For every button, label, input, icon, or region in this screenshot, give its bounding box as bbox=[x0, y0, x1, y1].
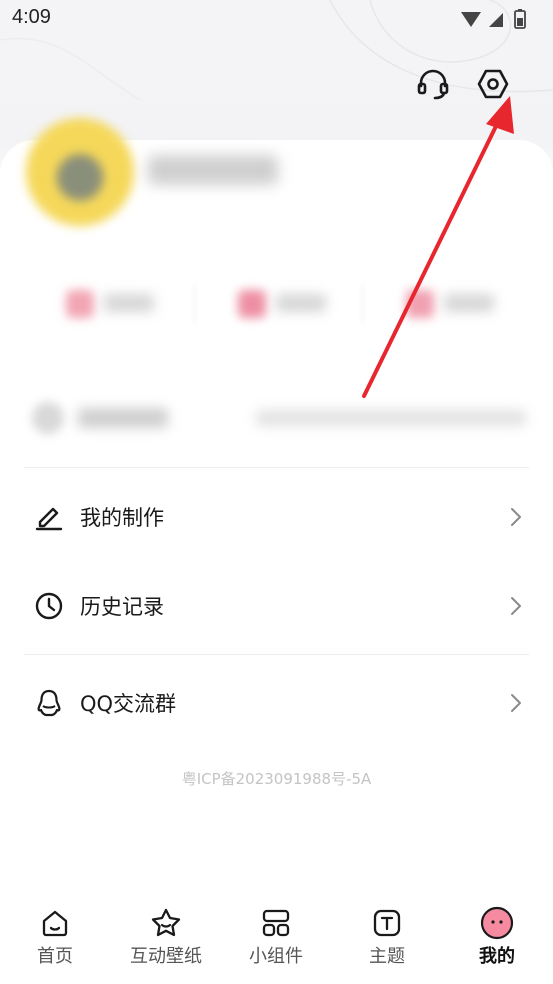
pink-face-icon bbox=[480, 906, 514, 940]
membership-title-blurred bbox=[78, 408, 168, 428]
menu-label: 我的制作 bbox=[80, 506, 164, 530]
stat-item-1[interactable] bbox=[26, 268, 176, 340]
theme-t-icon bbox=[370, 906, 404, 940]
status-bar: 4:09 bbox=[0, 0, 553, 38]
widget-grid-icon bbox=[259, 906, 293, 940]
tab-label: 主题 bbox=[369, 946, 405, 967]
chevron-right-icon bbox=[511, 694, 521, 712]
tab-mine[interactable]: 我的 bbox=[442, 896, 552, 976]
status-icons bbox=[459, 8, 539, 30]
stat-icon bbox=[66, 290, 94, 318]
menu-item-history[interactable]: 历史记录 bbox=[24, 566, 529, 646]
clock-icon bbox=[34, 591, 64, 621]
stat-item-3[interactable] bbox=[366, 268, 516, 340]
wifi-icon bbox=[461, 12, 481, 27]
stats-row bbox=[26, 268, 526, 340]
chevron-right-icon bbox=[511, 597, 521, 615]
stat-label-blurred bbox=[104, 294, 154, 312]
tab-label: 首页 bbox=[37, 946, 73, 967]
bottom-tab-bar: 首页 互动壁纸 小组件 主题 我的 bbox=[0, 896, 553, 984]
tab-widgets[interactable]: 小组件 bbox=[221, 896, 331, 976]
menu-item-my-creations[interactable]: 我的制作 bbox=[24, 477, 529, 557]
menu-label: 历史记录 bbox=[80, 595, 164, 619]
menu-item-qq-group[interactable]: QQ交流群 bbox=[24, 663, 529, 743]
icp-license-text: 粤ICP备2023091988号-5A bbox=[181, 770, 372, 788]
stat-label-blurred bbox=[276, 294, 326, 312]
chevron-right-icon bbox=[511, 508, 521, 526]
membership-desc-blurred bbox=[256, 410, 526, 426]
status-time: 4:09 bbox=[12, 6, 51, 28]
signal-icon bbox=[489, 13, 503, 27]
tab-live-wallpaper[interactable]: 互动壁纸 bbox=[111, 896, 221, 976]
headset-icon[interactable] bbox=[413, 64, 453, 104]
star-icon bbox=[149, 906, 183, 940]
divider bbox=[24, 654, 529, 655]
tab-label: 互动壁纸 bbox=[130, 946, 202, 967]
home-icon bbox=[38, 906, 72, 940]
header-actions bbox=[403, 64, 533, 104]
username-blurred bbox=[148, 155, 278, 185]
tab-home[interactable]: 首页 bbox=[0, 896, 110, 976]
settings-icon[interactable] bbox=[473, 64, 513, 104]
tab-theme[interactable]: 主题 bbox=[332, 896, 442, 976]
qq-penguin-icon bbox=[34, 688, 64, 718]
divider bbox=[194, 286, 195, 322]
tab-label: 小组件 bbox=[249, 946, 303, 967]
divider bbox=[362, 286, 363, 322]
stat-icon bbox=[238, 290, 266, 318]
tab-label: 我的 bbox=[479, 946, 515, 967]
menu-label: QQ交流群 bbox=[80, 692, 177, 716]
stat-icon bbox=[406, 290, 434, 318]
pencil-icon bbox=[34, 502, 64, 532]
stat-label-blurred bbox=[444, 294, 494, 312]
membership-icon bbox=[32, 402, 64, 434]
stat-item-2[interactable] bbox=[198, 268, 348, 340]
avatar[interactable] bbox=[26, 118, 134, 226]
divider bbox=[24, 467, 529, 468]
membership-row-blurred[interactable] bbox=[26, 388, 526, 448]
